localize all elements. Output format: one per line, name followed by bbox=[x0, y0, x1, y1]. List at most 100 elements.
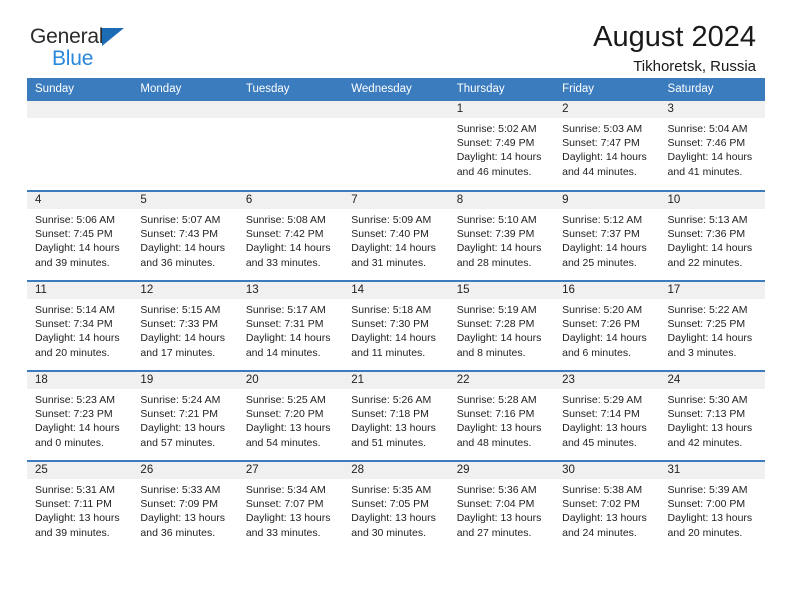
calendar-week-row: 4 Sunrise: 5:06 AM Sunset: 7:45 PM Daylight… bbox=[27, 190, 765, 281]
sunrise-time: Sunrise: 5:06 AM bbox=[35, 214, 115, 226]
calendar-day-cell[interactable]: 3 Sunrise: 5:04 AM Sunset: 7:46 PM Daylight… bbox=[659, 101, 765, 191]
sunrise-time: Sunrise: 5:34 AM bbox=[245, 484, 326, 496]
sunset-time: Sunset: 7:36 PM bbox=[667, 228, 746, 241]
calendar-day-cell[interactable]: 30 Sunrise: 5:38 AM Sunset: 7:02 PM Dayligh… bbox=[554, 460, 660, 551]
day-number: 28 bbox=[343, 462, 449, 479]
daylight-duration-line1: Daylight: 13 hours bbox=[351, 422, 436, 435]
general-blue-logo[interactable]: General Blue bbox=[30, 22, 150, 69]
daylight-duration-line2: and 22 minutes. bbox=[667, 256, 743, 269]
daylight-duration-line2: and 11 minutes. bbox=[351, 346, 426, 359]
calendar-day-cell[interactable]: 4 Sunrise: 5:06 AM Sunset: 7:45 PM Daylight… bbox=[27, 190, 133, 281]
calendar-day-cell[interactable]: 26 Sunrise: 5:33 AM Sunset: 7:09 PM Dayligh… bbox=[132, 460, 238, 551]
day-number: 22 bbox=[448, 372, 555, 389]
calendar-day-cell[interactable]: 9 Sunrise: 5:12 AM Sunset: 7:37 PM Daylight… bbox=[554, 190, 660, 281]
daylight-duration-line2: and 51 minutes. bbox=[351, 436, 426, 449]
daylight-duration-line2: and 46 minutes. bbox=[456, 165, 532, 178]
calendar-day-cell[interactable]: 20 Sunrise: 5:25 AM Sunset: 7:20 PM Dayligh… bbox=[237, 370, 344, 461]
calendar-day-cell[interactable]: 16 Sunrise: 5:20 AM Sunset: 7:26 PM Dayligh… bbox=[554, 280, 660, 371]
daylight-duration-line1: Daylight: 14 hours bbox=[667, 151, 753, 164]
calendar-day-cell[interactable]: 18 Sunrise: 5:23 AM Sunset: 7:23 PM Dayligh… bbox=[27, 370, 133, 461]
calendar-day-cell[interactable]: 12 Sunrise: 5:15 AM Sunset: 7:33 PM Dayligh… bbox=[132, 280, 238, 371]
day-number: 18 bbox=[27, 372, 133, 389]
day-number: 17 bbox=[659, 282, 765, 299]
sunset-time: Sunset: 7:04 PM bbox=[456, 498, 535, 511]
sunrise-time: Sunrise: 5:02 AM bbox=[456, 123, 537, 135]
calendar-header-row: Sunday Monday Tuesday Wednesday Thursday… bbox=[27, 78, 765, 101]
calendar-day-cell[interactable]: 15 Sunrise: 5:19 AM Sunset: 7:28 PM Dayligh… bbox=[448, 280, 555, 371]
sunrise-time: Sunrise: 5:35 AM bbox=[351, 484, 432, 496]
calendar-day-cell[interactable]: 29 Sunrise: 5:36 AM Sunset: 7:04 PM Dayligh… bbox=[448, 460, 555, 551]
calendar-day-cell[interactable]: 22 Sunrise: 5:28 AM Sunset: 7:16 PM Dayligh… bbox=[448, 370, 555, 461]
sunrise-time: Sunrise: 5:19 AM bbox=[456, 304, 537, 316]
calendar-day-cell[interactable]: 10 Sunrise: 5:13 AM Sunset: 7:36 PM Dayligh… bbox=[659, 190, 765, 281]
daylight-duration-line2: and 48 minutes. bbox=[456, 436, 532, 449]
day-details: Sunrise: 5:25 AM Sunset: 7:20 PM Daylight:… bbox=[238, 389, 343, 450]
daylight-duration-line1: Daylight: 13 hours bbox=[351, 512, 436, 525]
day-number: 1 bbox=[448, 101, 555, 118]
weekday-header-tuesday: Tuesday bbox=[237, 78, 344, 101]
calendar-day-cell[interactable]: 7 Sunrise: 5:09 AM Sunset: 7:40 PM Daylight… bbox=[343, 190, 449, 281]
daylight-duration-line1: Daylight: 13 hours bbox=[456, 512, 542, 525]
daylight-duration-line1: Daylight: 13 hours bbox=[35, 512, 120, 525]
calendar-day-cell-empty bbox=[237, 101, 344, 191]
calendar-day-cell[interactable]: 5 Sunrise: 5:07 AM Sunset: 7:43 PM Daylight… bbox=[132, 190, 238, 281]
daylight-duration-line1: Daylight: 14 hours bbox=[562, 242, 647, 255]
daylight-duration-line2: and 31 minutes. bbox=[351, 256, 426, 269]
sunset-time: Sunset: 7:34 PM bbox=[35, 318, 113, 331]
calendar-day-cell[interactable]: 24 Sunrise: 5:30 AM Sunset: 7:13 PM Dayligh… bbox=[659, 370, 765, 461]
daylight-duration-line2: and 44 minutes. bbox=[562, 165, 637, 178]
daylight-duration-line2: and 30 minutes. bbox=[351, 526, 426, 539]
sunset-time: Sunset: 7:39 PM bbox=[456, 228, 535, 241]
day-details: Sunrise: 5:36 AM Sunset: 7:04 PM Daylight:… bbox=[449, 479, 554, 540]
daylight-duration-line1: Daylight: 14 hours bbox=[351, 242, 436, 255]
calendar-day-cell[interactable]: 19 Sunrise: 5:24 AM Sunset: 7:21 PM Dayligh… bbox=[132, 370, 238, 461]
day-number: 29 bbox=[448, 462, 555, 479]
calendar-day-cell[interactable]: 31 Sunrise: 5:39 AM Sunset: 7:00 PM Dayligh… bbox=[659, 460, 765, 551]
daylight-duration-line2: and 24 minutes. bbox=[562, 526, 637, 539]
calendar-day-cell[interactable]: 27 Sunrise: 5:34 AM Sunset: 7:07 PM Dayligh… bbox=[237, 460, 344, 551]
sunset-time: Sunset: 7:25 PM bbox=[667, 318, 746, 331]
calendar-day-cell[interactable]: 17 Sunrise: 5:22 AM Sunset: 7:25 PM Dayligh… bbox=[659, 280, 765, 371]
calendar-day-cell[interactable]: 11 Sunrise: 5:14 AM Sunset: 7:34 PM Dayligh… bbox=[27, 280, 133, 371]
calendar-day-cell[interactable]: 14 Sunrise: 5:18 AM Sunset: 7:30 PM Dayligh… bbox=[343, 280, 449, 371]
daylight-duration-line2: and 25 minutes. bbox=[562, 256, 637, 269]
daylight-duration-line1: Daylight: 14 hours bbox=[35, 242, 120, 255]
calendar-day-cell[interactable]: 8 Sunrise: 5:10 AM Sunset: 7:39 PM Daylight… bbox=[448, 190, 555, 281]
day-details: Sunrise: 5:02 AM Sunset: 7:49 PM Daylight:… bbox=[449, 118, 554, 179]
calendar-day-cell[interactable]: 21 Sunrise: 5:26 AM Sunset: 7:18 PM Dayligh… bbox=[343, 370, 449, 461]
day-number: 3 bbox=[659, 101, 765, 118]
day-number: 15 bbox=[448, 282, 555, 299]
sunrise-time: Sunrise: 5:04 AM bbox=[667, 123, 748, 135]
sunrise-time: Sunrise: 5:26 AM bbox=[351, 394, 432, 406]
day-details: Sunrise: 5:31 AM Sunset: 7:11 PM Daylight:… bbox=[27, 479, 132, 540]
calendar-day-cell[interactable]: 6 Sunrise: 5:08 AM Sunset: 7:42 PM Daylight… bbox=[237, 190, 344, 281]
calendar-day-cell[interactable]: 23 Sunrise: 5:29 AM Sunset: 7:14 PM Dayligh… bbox=[554, 370, 660, 461]
day-details: Sunrise: 5:38 AM Sunset: 7:02 PM Daylight:… bbox=[554, 479, 659, 540]
day-number: 24 bbox=[659, 372, 765, 389]
day-details: Sunrise: 5:07 AM Sunset: 7:43 PM Daylight:… bbox=[132, 209, 237, 270]
day-number: 5 bbox=[132, 192, 238, 209]
daylight-duration-line1: Daylight: 14 hours bbox=[456, 151, 542, 164]
day-details: Sunrise: 5:18 AM Sunset: 7:30 PM Daylight:… bbox=[343, 299, 448, 360]
calendar-day-cell[interactable]: 2 Sunrise: 5:03 AM Sunset: 7:47 PM Daylight… bbox=[554, 101, 660, 191]
daylight-duration-line2: and 57 minutes. bbox=[140, 436, 216, 449]
day-number: 10 bbox=[659, 192, 765, 209]
weekday-header-thursday: Thursday bbox=[448, 78, 555, 101]
sunset-time: Sunset: 7:42 PM bbox=[245, 228, 324, 241]
day-details: Sunrise: 5:29 AM Sunset: 7:14 PM Daylight:… bbox=[554, 389, 659, 450]
daylight-duration-line1: Daylight: 13 hours bbox=[456, 422, 542, 435]
sunrise-time: Sunrise: 5:13 AM bbox=[667, 214, 748, 226]
calendar-day-cell[interactable]: 13 Sunrise: 5:17 AM Sunset: 7:31 PM Dayligh… bbox=[237, 280, 344, 371]
calendar-page: General Blue August 2024 Tikhoretsk, Rus… bbox=[0, 0, 792, 612]
daylight-duration-line2: and 0 minutes. bbox=[35, 436, 104, 449]
sunrise-time: Sunrise: 5:20 AM bbox=[562, 304, 643, 316]
calendar-day-cell[interactable]: 28 Sunrise: 5:35 AM Sunset: 7:05 PM Dayligh… bbox=[343, 460, 449, 551]
day-number: 19 bbox=[132, 372, 238, 389]
day-number: 26 bbox=[132, 462, 238, 479]
daylight-duration-line2: and 20 minutes. bbox=[667, 526, 743, 539]
daylight-duration-line2: and 36 minutes. bbox=[140, 256, 216, 269]
calendar-day-cell[interactable]: 1 Sunrise: 5:02 AM Sunset: 7:49 PM Daylight… bbox=[448, 101, 555, 191]
daylight-duration-line2: and 36 minutes. bbox=[140, 526, 216, 539]
calendar-day-cell[interactable]: 25 Sunrise: 5:31 AM Sunset: 7:11 PM Dayligh… bbox=[27, 460, 133, 551]
sunset-time: Sunset: 7:18 PM bbox=[351, 408, 429, 421]
